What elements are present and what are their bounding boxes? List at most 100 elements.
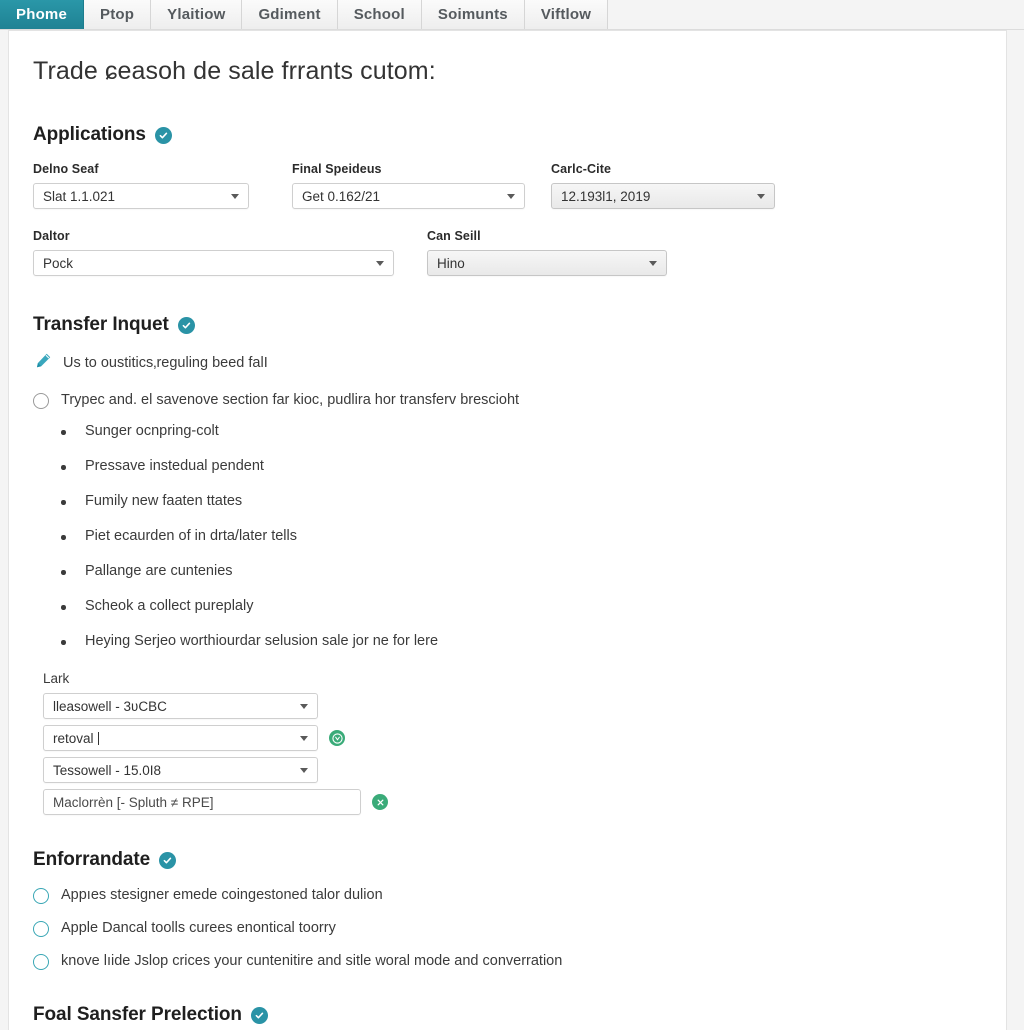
check-icon (250, 1006, 268, 1024)
list-item: Heying Serjeo worthiourdar selusion sale… (61, 633, 982, 649)
applications-field-row-2: Daltor Pock Can Seill Hino (33, 229, 982, 276)
tab-bar-filler (608, 0, 1024, 29)
field-carlc-cite: Carlc-Cite 12.193l1, 2019 (551, 162, 775, 209)
list-item: Scheok a collect pureplaly (61, 598, 982, 614)
select-delno-seaf[interactable]: Slat 1.1.021 (33, 183, 249, 209)
field-daltor: Daltor Pock (33, 229, 394, 276)
radio-button[interactable] (33, 921, 49, 937)
chevron-down-icon (300, 768, 308, 773)
lark-label: Lark (43, 671, 70, 686)
field-label: Carlc-Cite (551, 162, 612, 176)
text-input-value: Maclorrèn [- Spluth ≠ RPE] (53, 794, 214, 810)
chevron-down-icon (757, 194, 765, 199)
tab-label: Soimunts (437, 6, 508, 23)
select-carlc-cite[interactable]: 12.193l1, 2019 (551, 183, 775, 209)
section-title: Applications (33, 124, 146, 145)
list-item: Pallange are cuntenies (61, 563, 982, 579)
section-title: Foal Sansfer Prelection (33, 1004, 242, 1025)
transfer-bullet-list: Sunger ocnpring-colt Pressave instedual … (33, 423, 982, 649)
tab-soimunts[interactable]: Soimunts (421, 0, 525, 29)
tab-label: Gdiment (258, 6, 321, 23)
select-value: Tessowell - 15.0I8 (53, 762, 162, 778)
pencil-icon (35, 352, 52, 374)
select-value: lleasowell - 3ʋCBC (53, 698, 167, 714)
applications-field-row-1: Delno Seaf Slat 1.1.021 Final Speideus G… (33, 162, 982, 209)
text-input-maclorren[interactable]: Maclorrèn [- Spluth ≠ RPE] (43, 789, 361, 815)
lark-block: Lark lleasowell - 3ʋCBC retoval Tessowel… (43, 671, 982, 815)
green-close-icon[interactable] (372, 794, 388, 810)
tab-label: Phome (16, 6, 68, 23)
field-delno-seaf: Delno Seaf Slat 1.1.021 (33, 162, 249, 209)
select-lark-3[interactable]: Tessowell - 15.0I8 (43, 757, 318, 783)
select-can-seill[interactable]: Hino (427, 250, 667, 276)
tab-ylaitiow[interactable]: Ylaitiow (151, 0, 243, 29)
chevron-down-icon (649, 261, 657, 266)
select-value: Hino (437, 255, 465, 271)
select-value: 12.193l1, 2019 (561, 188, 651, 204)
list-item: Sunger ocnpring-colt (61, 423, 982, 439)
section-header-transfer-inquet: Transfer Inquet (33, 314, 982, 336)
section-title: Transfer Inquet (33, 314, 169, 335)
select-lark-1[interactable]: lleasowell - 3ʋCBC (43, 693, 318, 719)
tab-school[interactable]: School (337, 0, 422, 29)
radio-button[interactable] (33, 954, 49, 970)
field-label: Delno Seaf (33, 162, 99, 176)
chevron-down-icon (300, 736, 308, 741)
tab-label: Ylaitiow (167, 6, 226, 23)
pencil-note-text: Us to oustitics‚reguling beed falI (63, 355, 268, 371)
tab-viftlow[interactable]: Viftlow (524, 0, 609, 29)
lark-line-3: Tessowell - 15.0I8 (43, 757, 982, 783)
radio-enforrandate-option-2[interactable]: Apple Dancal toolls curees enontical too… (33, 920, 982, 937)
tab-label: Viftlow (540, 6, 592, 23)
radio-transfer-option[interactable]: Trypeᴄ and. el savenove section far kioc… (33, 392, 982, 409)
field-label: Final Speideus (292, 162, 382, 176)
tab-phome[interactable]: Phome (0, 0, 85, 29)
chevron-down-icon (507, 194, 515, 199)
select-daltor[interactable]: Pock (33, 250, 394, 276)
tab-bar: Phome Ptop Ylaitiow Gdiment School Soimu… (0, 0, 1024, 30)
chevron-down-icon (376, 261, 384, 266)
list-item: Fumily new faaten ttates (61, 493, 982, 509)
section-header-applications: Applications (33, 124, 982, 146)
radio-label: Appıes stesigner emede coingestoned talo… (61, 887, 383, 903)
green-circle-icon[interactable] (329, 730, 345, 746)
field-can-seill: Can Seill Hino (427, 229, 667, 276)
text-cursor (97, 731, 99, 745)
check-icon (154, 126, 172, 144)
radio-button[interactable] (33, 393, 49, 409)
field-label: Can Seill (427, 229, 481, 243)
field-final-speideus: Final Speideus Get 0.162/21 (292, 162, 525, 209)
select-lark-2[interactable]: retoval (43, 725, 318, 751)
page-title: Trade ɕeasoh de sale frrants cutom: (33, 57, 436, 85)
lark-line-1: lleasowell - 3ʋCBC (43, 693, 982, 719)
chevron-down-icon (231, 194, 239, 199)
select-value: Slat 1.1.021 (43, 188, 116, 204)
list-item: Pressave instedual pendent (61, 458, 982, 474)
radio-label: Trypeᴄ and. el savenove section far kioc… (61, 392, 520, 408)
check-icon (177, 316, 195, 334)
select-value: retoval (53, 730, 94, 746)
select-final-speideus[interactable]: Get 0.162/21 (292, 183, 525, 209)
radio-enforrandate-option-3[interactable]: knove lıide Jslop crices your cuntenitir… (33, 953, 982, 970)
tab-label: School (353, 6, 405, 23)
radio-label: knove lıide Jslop crices your cuntenitir… (61, 953, 563, 969)
tab-label: Ptop (100, 6, 135, 23)
content-panel: Trade ɕeasoh de sale frrants cutom: Appl… (8, 30, 1007, 1030)
check-icon (159, 851, 177, 869)
section-header-foal-sansfer-prelection: Foal Sansfer Prelection (33, 1004, 982, 1026)
radio-enforrandate-option-1[interactable]: Appıes stesigner emede coingestoned talo… (33, 887, 982, 904)
field-label: Daltor (33, 229, 70, 243)
select-value: Get 0.162/21 (302, 188, 381, 204)
pencil-note-row: Us to oustitics‚reguling beed falI (35, 352, 982, 374)
select-value: Pock (43, 255, 74, 271)
radio-button[interactable] (33, 888, 49, 904)
section-title: Enforrandate (33, 849, 151, 870)
lark-line-4: Maclorrèn [- Spluth ≠ RPE] (43, 789, 982, 815)
lark-line-2: retoval (43, 725, 982, 751)
chevron-down-icon (300, 704, 308, 709)
tab-ptop[interactable]: Ptop (84, 0, 152, 29)
radio-label: Apple Dancal toolls curees enontical too… (61, 920, 336, 936)
tab-gdiment[interactable]: Gdiment (242, 0, 338, 29)
list-item: Piet ecaurden of in drta/later tells (61, 528, 982, 544)
section-header-enforrandate: Enforrandate (33, 849, 982, 871)
